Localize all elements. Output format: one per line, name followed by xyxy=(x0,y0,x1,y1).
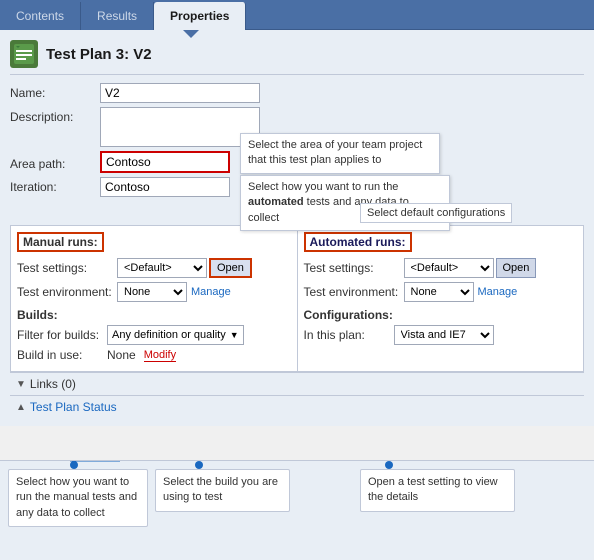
manual-test-settings-select[interactable]: <Default> xyxy=(117,258,207,278)
name-label: Name: xyxy=(10,83,100,100)
desc-field[interactable] xyxy=(100,107,260,147)
connector-dot-3 xyxy=(385,461,393,469)
automated-panel-title: Automated runs: xyxy=(304,232,412,252)
main-content: Test Plan 3: V2 Name: Description: Area … xyxy=(0,30,594,426)
auto-env-select[interactable]: None xyxy=(404,282,474,302)
auto-open-button[interactable]: Open xyxy=(496,258,537,278)
name-field[interactable] xyxy=(100,83,260,103)
filter-builds-row: Filter for builds: Any definition or qua… xyxy=(17,325,291,345)
manual-open-button[interactable]: Open xyxy=(209,258,252,278)
tab-properties[interactable]: Properties xyxy=(154,2,246,30)
filter-builds-dropdown[interactable]: Any definition or quality ▼ xyxy=(107,325,244,345)
build-in-use-label: Build in use: xyxy=(17,348,107,362)
tab-results[interactable]: Results xyxy=(81,2,154,30)
manual-panel: Manual runs: Test settings: <Default> Op… xyxy=(11,226,298,371)
tabs-bar: Contents Results Properties xyxy=(0,0,594,30)
tab-indicator xyxy=(183,30,199,38)
desc-label: Description: xyxy=(10,107,100,124)
in-plan-row: In this plan: Vista and IE7 xyxy=(304,325,578,345)
annotations-area: Select how you want to run the manual te… xyxy=(0,460,594,560)
tab-contents[interactable]: Contents xyxy=(0,2,81,30)
auto-env-label: Test environment: xyxy=(304,285,404,299)
area-label: Area path: xyxy=(10,154,100,171)
panels-wrapper: Manual runs: Test settings: <Default> Op… xyxy=(10,225,584,372)
automated-panel: Automated runs: Test settings: <Default>… xyxy=(298,226,584,371)
status-section[interactable]: ▲ Test Plan Status xyxy=(10,395,584,418)
status-label: Test Plan Status xyxy=(30,400,117,414)
iter-row: Iteration: Select how you want to run th… xyxy=(10,177,584,197)
plan-icon xyxy=(10,40,38,68)
connector-dot-2 xyxy=(195,461,203,469)
filter-builds-label: Filter for builds: xyxy=(17,328,107,342)
area-tooltip: Select the area of your team project tha… xyxy=(240,133,440,174)
manual-env-row: Test environment: None Manage xyxy=(17,282,291,302)
manual-test-settings-row: Test settings: <Default> Open xyxy=(17,258,291,278)
links-label: Links (0) xyxy=(30,377,76,391)
manual-env-label: Test environment: xyxy=(17,285,117,299)
manual-manage-link[interactable]: Manage xyxy=(191,286,231,298)
auto-test-settings-row: Test settings: <Default> Open xyxy=(304,258,578,278)
links-section[interactable]: ▼ Links (0) xyxy=(10,372,584,395)
auto-test-settings-select[interactable]: <Default> xyxy=(404,258,494,278)
name-row: Name: xyxy=(10,83,584,103)
auto-manage-link[interactable]: Manage xyxy=(478,286,518,298)
auto-test-settings-label: Test settings: xyxy=(304,261,404,275)
page-title: Test Plan 3: V2 xyxy=(46,46,152,63)
build-annotation: Select the build you are using to test xyxy=(155,469,290,512)
modify-link[interactable]: Modify xyxy=(144,349,176,362)
connector-dot-1 xyxy=(70,461,78,469)
manual-annotation: Select how you want to run the manual te… xyxy=(8,469,148,527)
iter-field[interactable] xyxy=(100,177,230,197)
area-field[interactable] xyxy=(100,151,230,173)
links-chevron: ▼ xyxy=(16,379,26,390)
status-chevron: ▲ xyxy=(16,402,26,413)
iter-label: Iteration: xyxy=(10,177,100,194)
auto-env-row: Test environment: None Manage xyxy=(304,282,578,302)
build-in-use-row: Build in use: None Modify xyxy=(17,348,291,362)
in-plan-select[interactable]: Vista and IE7 xyxy=(394,325,494,345)
open-setting-annotation: Open a test setting to view the details xyxy=(360,469,515,512)
plan-header: Test Plan 3: V2 xyxy=(10,40,584,75)
builds-title: Builds: xyxy=(17,308,291,322)
default-config-tooltip: Select default configurations xyxy=(360,203,512,223)
build-in-use-value: None xyxy=(107,348,136,362)
filter-dropdown-arrow: ▼ xyxy=(230,330,239,340)
config-title: Configurations: xyxy=(304,308,578,322)
manual-panel-title: Manual runs: xyxy=(17,232,104,252)
manual-test-settings-label: Test settings: xyxy=(17,261,117,275)
in-plan-label: In this plan: xyxy=(304,328,394,342)
manual-env-select[interactable]: None xyxy=(117,282,187,302)
